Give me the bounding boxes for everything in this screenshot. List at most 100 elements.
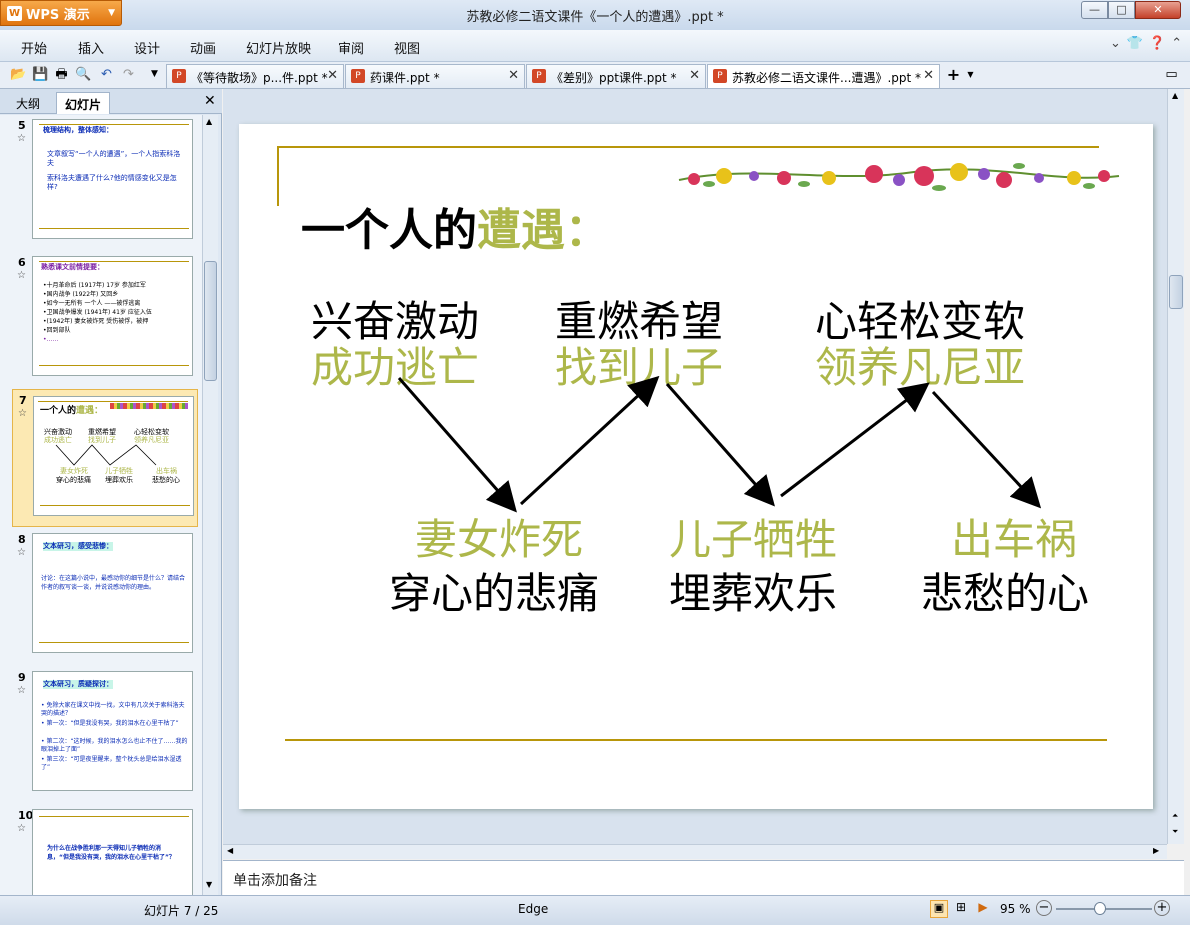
event-4[interactable]: 妻女炸死	[415, 506, 583, 567]
slide-thumbnail-10[interactable]: 10 ☆ 为什么在战争胜利那一天得知儿子牺牲的消息，“但是我没有哭，我的泪水在心…	[0, 805, 202, 895]
thumbnail-text: • 免除大家在课文中找一找，文中有几次关于索科洛夫哭的描述？	[41, 702, 185, 717]
event-emotion-5[interactable]: 埋葬欢乐	[669, 560, 837, 621]
doc-tab-2[interactable]: P 药课件.ppt * ✕	[345, 64, 525, 88]
animation-star-icon: ☆	[18, 408, 27, 419]
doc-tab-1[interactable]: P 《等待散场》p...件.ppt * ✕	[166, 64, 344, 88]
menu-view[interactable]: 视图	[394, 38, 420, 57]
zoom-out-icon[interactable]: −	[1036, 900, 1052, 916]
scroll-up-icon[interactable]: ▲	[1172, 91, 1178, 100]
thumbnail-text: • 第三次：“可是夜里醒来，整个枕头总是给泪水湿透了”	[41, 756, 182, 771]
close-window-button[interactable]: ✕	[1135, 1, 1181, 19]
event-emotion-4[interactable]: 穿心的悲痛	[389, 560, 599, 621]
thumbnail-text: 儿子牺牲	[105, 467, 133, 475]
close-panel-icon[interactable]: ✕	[204, 93, 216, 109]
normal-view-icon[interactable]: ▣	[930, 900, 948, 918]
ribbon-toggle-icon[interactable]: ⌃	[1171, 36, 1182, 51]
menu-animation[interactable]: 动画	[190, 38, 216, 57]
print-preview-icon[interactable]: 🔍	[75, 66, 92, 83]
window-layout-icon[interactable]: ▭	[1163, 66, 1180, 83]
animation-star-icon: ☆	[17, 685, 26, 696]
save-icon[interactable]: 💾	[32, 66, 49, 83]
slide-thumbnail-8[interactable]: 8 ☆ 文本研习，感受悲惨： 讨论：在这篇小说中，最感动你的细节是什么？请结合作…	[0, 529, 202, 667]
close-tab-icon[interactable]: ✕	[923, 68, 934, 83]
slide-number: 8	[18, 533, 26, 546]
skin-icon[interactable]: 👕	[1127, 36, 1143, 51]
doc-tab-4-active[interactable]: P 苏教必修二语文课件...遭遇》.ppt * ✕	[707, 64, 940, 88]
thumbnail-text: 埋葬欢乐	[105, 476, 133, 484]
event-5[interactable]: 儿子牺牲	[669, 506, 837, 567]
next-slide-icon[interactable]: ⏷	[1172, 827, 1178, 837]
menu-insert[interactable]: 插入	[78, 38, 104, 57]
slide-sorter-view-icon[interactable]: ⊞	[952, 900, 970, 918]
wps-logo-icon: W	[7, 5, 22, 21]
open-folder-icon[interactable]: 📂	[10, 66, 27, 83]
slide-canvas[interactable]: 一个人的遭遇： 兴奋激动 成功逃亡 重燃希望 找到儿子 心轻松变软 领养凡尼亚 …	[239, 124, 1153, 809]
close-tab-icon[interactable]: ✕	[508, 68, 519, 83]
close-tab-icon[interactable]: ✕	[327, 68, 338, 83]
slide-thumbnail-6[interactable]: 6 ☆ 熟悉课文前情提要： •十月革命后 (1917年) 17岁 参加红军 •国…	[0, 252, 202, 390]
scrollbar-thumb[interactable]	[204, 261, 217, 381]
redo-icon[interactable]: ↷	[120, 66, 137, 83]
menu-right-controls: ⌄ 👕 ❓ ⌃	[1110, 36, 1182, 51]
thumbnail-text: 索科洛夫遭遇了什么?他的情感变化又是怎样?	[47, 174, 177, 191]
scrollbar-thumb[interactable]	[1169, 275, 1183, 309]
doc-tab-3[interactable]: P 《差别》ppt课件.ppt * ✕	[526, 64, 706, 88]
zigzag-arrows	[397, 375, 1042, 513]
slide-horizontal-scrollbar[interactable]: ◀ ▶	[223, 844, 1167, 859]
thumbnail-canvas: 熟悉课文前情提要： •十月革命后 (1917年) 17岁 参加红军 •国内战争 …	[32, 256, 193, 376]
thumbnail-text: •如今一无所有 一个人 ——被俘逃离	[43, 300, 141, 307]
scroll-down-icon[interactable]: ▼	[206, 880, 212, 889]
thumbnail-text: 妻女炸死	[60, 467, 88, 475]
thumbnail-text: •十月革命后 (1917年) 17岁 参加红军	[43, 282, 146, 289]
slide-thumbnail-7-selected[interactable]: 7 ☆ 一个人的遭遇： 兴奋激动 成功逃亡 重燃希望 找到儿子 心轻松变软 领养…	[12, 389, 198, 527]
menu-review[interactable]: 审阅	[338, 38, 364, 57]
notes-pane[interactable]: 单击添加备注	[223, 860, 1184, 895]
tab-list-icon[interactable]: ▼	[962, 66, 979, 83]
thumbnail-scrollbar[interactable]: ▲ ▼	[202, 115, 218, 895]
event-6[interactable]: 出车祸	[951, 506, 1077, 567]
title-bar: W WPS 演示 ▼ 苏教必修二语文课件《一个人的遭遇》.ppt * — □ ✕	[0, 0, 1190, 30]
slide-number: 9	[18, 671, 26, 684]
previous-slide-icon[interactable]: ⏶	[1172, 811, 1178, 821]
slideshow-view-icon[interactable]: ▶	[974, 900, 992, 918]
minimize-button[interactable]: —	[1081, 1, 1108, 19]
customize-toolbar-icon[interactable]: ▼	[146, 66, 163, 83]
animation-star-icon: ☆	[17, 823, 26, 834]
menu-design[interactable]: 设计	[134, 38, 160, 57]
doc-tab-label: 苏教必修二语文课件...遭遇》.ppt *	[732, 71, 922, 85]
maximize-button[interactable]: □	[1108, 1, 1135, 19]
thumbnail-arrows	[55, 444, 157, 466]
menu-slideshow[interactable]: 幻灯片放映	[246, 38, 311, 57]
app-menu-button[interactable]: W WPS 演示 ▼	[0, 0, 122, 26]
event-emotion-6[interactable]: 悲愁的心	[921, 560, 1089, 621]
bottom-border-line	[285, 739, 1107, 741]
chevron-down-icon[interactable]: ⌄	[1110, 36, 1121, 51]
help-icon[interactable]: ❓	[1149, 36, 1165, 51]
doc-tab-label: 药课件.ppt *	[370, 71, 440, 85]
thumbnail-list: 5 ☆ 梳理结构，整体感知： 文章叙写“一个人的遭遇”，一个人指索科洛夫 索科洛…	[0, 115, 202, 895]
slide-thumbnail-9[interactable]: 9 ☆ 文本研习，质疑探讨： • 免除大家在课文中找一找，文中有几次关于索科洛夫…	[0, 667, 202, 805]
slide-number: 5	[18, 119, 26, 132]
ppt-file-icon: P	[172, 69, 186, 83]
menu-home[interactable]: 开始	[21, 38, 47, 57]
new-tab-icon[interactable]: +	[945, 66, 962, 83]
slides-panel: 大纲 幻灯片 ✕ 5 ☆ 梳理结构，整体感知： 文章叙写“一个人的遭遇”，一个人…	[0, 89, 222, 895]
print-icon[interactable]: 🖶	[53, 66, 70, 83]
notes-placeholder[interactable]: 单击添加备注	[233, 870, 317, 890]
zoom-in-icon[interactable]: +	[1154, 900, 1170, 916]
animation-star-icon: ☆	[17, 133, 26, 144]
slide-vertical-scrollbar[interactable]: ▲ ⏶ ⏷	[1167, 89, 1184, 844]
zoom-slider-thumb[interactable]	[1094, 902, 1106, 915]
panel-tabs: 大纲 幻灯片 ✕	[0, 89, 222, 114]
tab-outline[interactable]: 大纲	[8, 92, 48, 114]
undo-icon[interactable]: ↶	[98, 66, 115, 83]
slide-thumbnail-5[interactable]: 5 ☆ 梳理结构，整体感知： 文章叙写“一个人的遭遇”，一个人指索科洛夫 索科洛…	[0, 115, 202, 253]
tab-slides[interactable]: 幻灯片	[56, 92, 111, 114]
scroll-right-icon[interactable]: ▶	[1153, 846, 1159, 855]
scroll-up-icon[interactable]: ▲	[206, 117, 212, 126]
slide-number: 7	[19, 394, 27, 407]
scroll-left-icon[interactable]: ◀	[227, 846, 233, 855]
close-tab-icon[interactable]: ✕	[689, 68, 700, 83]
ppt-file-icon: P	[351, 69, 365, 83]
quick-toolbar: 📂 💾 🖶 🔍 ↶ ↷ ▼ P 《等待散场》p...件.ppt * ✕ P 药课…	[0, 62, 1190, 89]
